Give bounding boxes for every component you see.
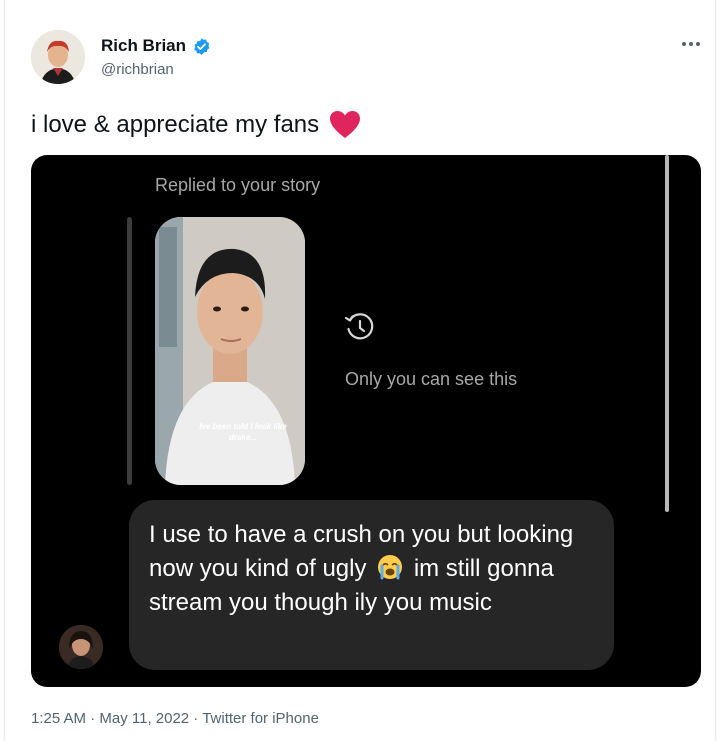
sender-avatar [59,625,103,669]
story-thumbnail[interactable]: Ive been told I look like drake... [155,217,305,485]
display-name[interactable]: Rich Brian [101,36,211,56]
media-screenshot[interactable]: Replied to your story Ive been told I lo… [31,155,701,687]
user-handle[interactable]: @richbrian [101,61,174,78]
story-caption: Ive been told I look like drake... [199,422,287,442]
verified-badge-icon [194,37,210,55]
message-bubble: I use to have a crush on you but looking… [129,500,614,670]
user-avatar[interactable] [31,30,85,84]
history-icon [344,313,374,340]
loudly-crying-face-icon [378,555,403,580]
scrollbar[interactable] [665,155,669,512]
tweet-meta[interactable]: 1:25 AM · May 11, 2022 · Twitter for iPh… [31,710,319,727]
tweet-card: Rich Brian @richbrian i love & appreciat… [4,0,716,741]
story-photo [155,217,305,485]
display-name-text[interactable]: Rich Brian [101,36,186,56]
tweet-text: i love & appreciate my fans [31,110,361,140]
privacy-note: Only you can see this [345,369,518,389]
replied-label: Replied to your story [155,175,321,195]
red-heart-icon [330,111,361,138]
reply-thread-line [127,217,132,485]
more-options-icon[interactable] [680,38,702,50]
tweet-text-content: i love & appreciate my fans [31,111,320,138]
